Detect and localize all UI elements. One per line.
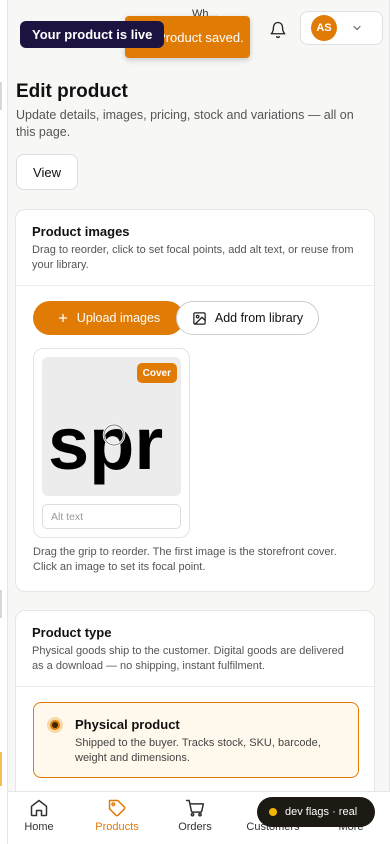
status-dot-icon xyxy=(269,808,277,816)
rail-marker xyxy=(0,82,2,110)
physical-product-description: Shipped to the buyer. Tracks stock, SKU,… xyxy=(75,737,321,764)
product-images-description: Drag to reorder, click to set focal poin… xyxy=(32,244,354,271)
product-type-header: Product type Physical goods ship to the … xyxy=(16,611,374,687)
left-rail xyxy=(0,0,8,844)
nav-label-orders: Orders xyxy=(178,821,212,833)
product-type-title: Product type xyxy=(32,625,112,640)
plus-icon xyxy=(58,313,67,323)
toast-product-live: Your product is live xyxy=(20,21,165,48)
product-images-title: Product images xyxy=(32,224,130,239)
product-type-description: Physical goods ship to the customer. Dig… xyxy=(32,645,344,672)
images-hint: Drag the grip to reorder. The first imag… xyxy=(33,546,337,573)
nav-item-products[interactable]: Products xyxy=(85,798,149,833)
page-subtitle: Update details, images, pricing, stock a… xyxy=(16,108,354,139)
image-thumbnail[interactable]: spr Cover xyxy=(33,348,190,538)
cart-icon xyxy=(185,799,205,817)
physical-product-option[interactable]: Physical product Shipped to the buyer. T… xyxy=(33,702,359,778)
nav-item-home[interactable]: Home xyxy=(7,798,71,833)
add-from-library-button[interactable]: Add from library xyxy=(176,301,319,335)
nav-label-products: Products xyxy=(95,821,139,833)
rail-accent xyxy=(0,752,2,786)
home-icon xyxy=(30,799,48,817)
toast-saved-text: Product saved. xyxy=(157,29,244,45)
radio-selected[interactable] xyxy=(47,717,63,733)
notifications-button[interactable] xyxy=(264,16,292,44)
upload-images-label: Upload images xyxy=(76,311,161,325)
page-title: Edit product xyxy=(16,81,128,102)
avatar: AS xyxy=(311,15,337,41)
product-images-card: Product images Drag to reorder, click to… xyxy=(15,209,375,592)
tag-icon xyxy=(108,799,126,817)
bell-icon xyxy=(270,21,286,39)
physical-product-title: Physical product xyxy=(75,717,180,732)
product-image[interactable]: spr Cover xyxy=(42,357,181,496)
product-images-header: Product images Drag to reorder, click to… xyxy=(16,210,374,286)
view-button[interactable]: View xyxy=(16,154,78,190)
dev-flags-label: dev flags · real xyxy=(285,806,358,818)
user-menu-button[interactable]: AS xyxy=(300,11,383,45)
nav-label-home: Home xyxy=(24,821,54,833)
chevron-down-icon xyxy=(353,25,361,31)
dev-flags-pill[interactable]: dev flags · real xyxy=(257,797,375,827)
nav-item-orders[interactable]: Orders xyxy=(163,798,227,833)
toast-live-text: Your product is live xyxy=(32,27,153,42)
product-image-text: spr xyxy=(48,402,163,485)
cover-badge: Cover xyxy=(136,363,177,383)
upload-images-button[interactable]: Upload images xyxy=(33,301,184,335)
add-from-library-label: Add from library xyxy=(214,311,304,325)
alt-text-input[interactable] xyxy=(42,504,181,529)
image-icon xyxy=(193,311,206,325)
rail-marker xyxy=(0,590,2,618)
